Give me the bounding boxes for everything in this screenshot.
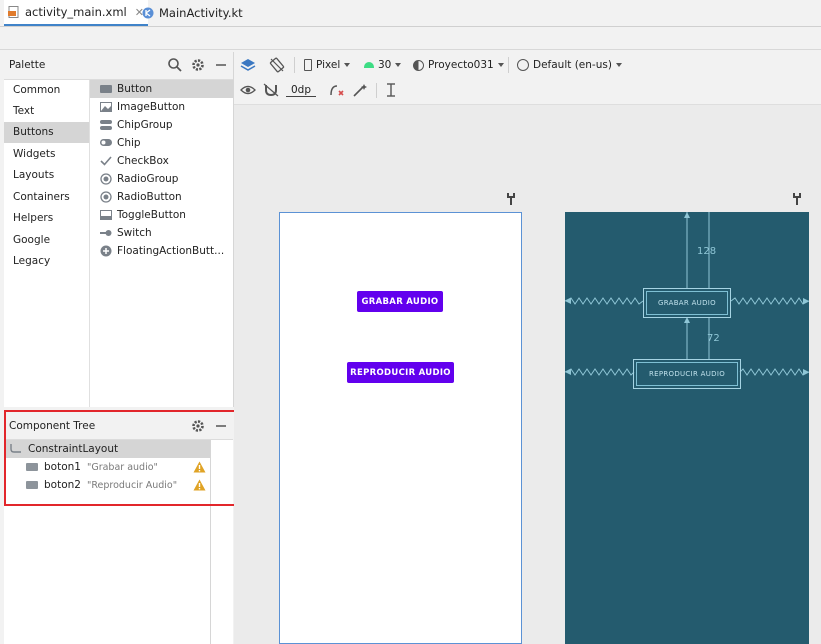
palette-item-label: Button [117, 83, 153, 95]
api-selector[interactable]: 30 [364, 59, 402, 71]
gear-icon[interactable] [190, 57, 206, 73]
locale-selector[interactable]: Default (en-us) [517, 59, 622, 71]
theme-icon [413, 59, 424, 71]
category-legacy[interactable]: Legacy [4, 251, 89, 272]
palette-item-label: FloatingActionButt... [117, 245, 225, 257]
palette-item-radiogroup[interactable]: RadioGroup [90, 170, 233, 188]
category-common[interactable]: Common [4, 80, 89, 101]
palette-item-label: Chip [117, 137, 141, 149]
toggle-button-icon [100, 209, 112, 221]
chip-group-icon [100, 119, 112, 131]
search-icon[interactable] [167, 57, 183, 73]
checkbox-icon [100, 155, 112, 167]
design-toolbar: Pixel 30 Proyecto031 Default (en-us) 0dp [234, 52, 821, 105]
toolbar-separator [508, 57, 509, 73]
android-icon [364, 62, 374, 68]
category-widgets[interactable]: Widgets [4, 144, 89, 165]
orientation-icon[interactable] [269, 57, 285, 73]
phone-icon [304, 59, 312, 71]
chevron-down-icon [395, 63, 402, 67]
palette-title: Palette [9, 59, 46, 71]
design-canvas: GRABAR AUDIO REPRODUCIR AUDIO 128 72 GRA… [234, 105, 821, 644]
theme-label: Proyecto031 [428, 59, 494, 71]
globe-icon [517, 59, 529, 71]
wrench-icon[interactable] [792, 193, 802, 205]
between-margin-label: 72 [707, 333, 720, 344]
switch-icon [100, 227, 112, 239]
palette-item-fab[interactable]: FloatingActionButt... [90, 242, 233, 260]
tab-label: MainActivity.kt [159, 5, 243, 20]
blueprint-surface[interactable]: 128 72 GRABAR AUDIO REPRODUCIR AUDIO [565, 212, 809, 644]
constraint-lines [565, 212, 809, 376]
api-label: 30 [378, 59, 392, 71]
highlight-box [4, 410, 245, 506]
palette-item-checkbox[interactable]: CheckBox [90, 152, 233, 170]
palette-item-chipgroup[interactable]: ChipGroup [90, 116, 233, 134]
blueprint-reproducir-audio-button[interactable]: REPRODUCIR AUDIO [633, 359, 741, 389]
device-label: Pixel [316, 59, 341, 71]
palette-item-switch[interactable]: Switch [90, 224, 233, 242]
palette-item-label: ChipGroup [117, 119, 173, 131]
category-layouts[interactable]: Layouts [4, 165, 89, 186]
top-margin-label: 128 [697, 246, 717, 257]
palette-item-label: ToggleButton [117, 209, 186, 221]
toolbar-separator [376, 83, 377, 98]
palette-item-list: Button ImageButton ChipGroup Chip CheckB… [90, 80, 233, 407]
layers-icon[interactable] [240, 57, 256, 73]
palette-item-chip[interactable]: Chip [90, 134, 233, 152]
radio-group-icon [100, 173, 112, 185]
category-containers[interactable]: Containers [4, 187, 89, 208]
default-margin-field[interactable]: 0dp [286, 84, 317, 97]
palette-item-label: RadioGroup [117, 173, 179, 185]
xml-file-icon [8, 6, 19, 18]
clear-constraints-icon[interactable] [329, 83, 345, 97]
palette-item-label: CheckBox [117, 155, 169, 167]
palette-item-radiobutton[interactable]: RadioButton [90, 188, 233, 206]
radio-button-icon [100, 191, 112, 203]
infer-constraints-icon[interactable] [352, 83, 368, 97]
eye-icon[interactable] [240, 83, 256, 97]
minimize-icon[interactable] [213, 57, 229, 73]
palette-panel: Palette Common Text Buttons Widgets Layo… [4, 52, 234, 407]
chevron-down-icon [344, 63, 351, 67]
chevron-down-icon [615, 63, 622, 67]
wrench-icon[interactable] [506, 193, 516, 205]
chip-icon [100, 137, 112, 149]
kotlin-file-icon [142, 7, 154, 18]
grabar-audio-button[interactable]: GRABAR AUDIO [357, 291, 443, 312]
palette-item-imagebutton[interactable]: ImageButton [90, 98, 233, 116]
editor-tab-bar: activity_main.xml ✕ MainActivity.kt [0, 0, 821, 27]
editor-mode-strip [0, 27, 821, 50]
button-icon [100, 83, 112, 95]
tab-main-activity[interactable]: MainActivity.kt [138, 0, 247, 25]
theme-selector[interactable]: Proyecto031 [413, 59, 504, 71]
device-selector[interactable]: Pixel [304, 59, 351, 71]
palette-category-list: Common Text Buttons Widgets Layouts Cont… [4, 80, 90, 407]
reproducir-audio-button[interactable]: REPRODUCIR AUDIO [347, 362, 454, 383]
category-text[interactable]: Text [4, 101, 89, 122]
category-buttons[interactable]: Buttons [4, 122, 89, 143]
magnet-icon[interactable] [263, 83, 279, 97]
fab-icon [100, 245, 112, 257]
blueprint-grabar-audio-button[interactable]: GRABAR AUDIO [643, 288, 731, 318]
guidelines-icon[interactable] [384, 83, 398, 97]
chevron-down-icon [497, 63, 504, 67]
category-google[interactable]: Google [4, 230, 89, 251]
palette-item-button[interactable]: Button [90, 80, 233, 98]
palette-item-label: RadioButton [117, 191, 182, 203]
palette-item-togglebutton[interactable]: ToggleButton [90, 206, 233, 224]
tab-activity-main[interactable]: activity_main.xml ✕ [4, 0, 148, 26]
category-helpers[interactable]: Helpers [4, 208, 89, 229]
palette-header: Palette [4, 52, 233, 80]
locale-label: Default (en-us) [533, 59, 612, 71]
toolbar-separator [294, 57, 295, 73]
palette-item-label: Switch [117, 227, 152, 239]
palette-item-label: ImageButton [117, 101, 186, 113]
design-surface[interactable]: GRABAR AUDIO REPRODUCIR AUDIO [279, 212, 522, 644]
tab-label: activity_main.xml [25, 5, 127, 19]
image-button-icon [100, 101, 112, 113]
